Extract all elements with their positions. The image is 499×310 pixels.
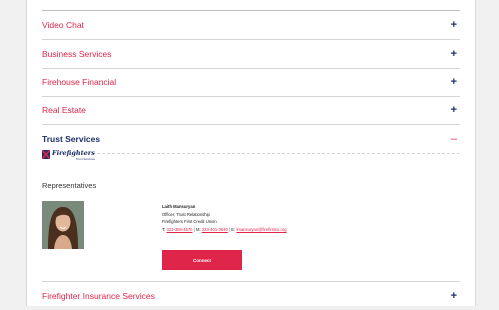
expand-plus-icon[interactable]: + [451,76,460,88]
logo-subtitle: Trust Services [75,156,95,161]
logo-name: Firefighters [52,149,95,157]
accordion-item-video-chat[interactable]: Video Chat + [42,11,460,40]
email-link[interactable]: lmansuryan@firefirstcu.org [236,227,286,232]
mobile-link[interactable]: 323-401-3640 [202,227,228,232]
logo-flag-icon [42,150,50,159]
page: Video Chat + Business Services + Firehou… [26,0,476,306]
accordion-item-business-services[interactable]: Business Services + [42,40,460,69]
email-prefix: E: [231,226,236,232]
connect-button[interactable]: Connect [162,250,242,270]
accordion-item-firehouse-financial[interactable]: Firehouse Financial + [42,68,460,97]
mobile-prefix: M: [195,226,201,232]
accordion-item-real-estate[interactable]: Real Estate + [42,96,460,125]
rep-title: Officer, Trust Relationship [162,211,210,217]
representative-info: Laith Mansuryan Officer, Trust Relations… [162,203,287,233]
phone-prefix: T: [162,226,166,232]
collapse-minus-icon[interactable]: – [451,133,460,145]
expand-plus-icon[interactable]: + [451,290,460,302]
rep-contact-line: T: 323-356-4570 | M: 323-401-3640 | E: l… [162,226,287,232]
expand-plus-icon[interactable]: + [451,19,460,31]
accordion-label: Firehouse Financial [42,77,117,87]
accordion-label: Trust Services [42,134,101,144]
expand-plus-icon[interactable]: + [451,48,460,60]
representatives-heading: Representatives [42,181,97,190]
accordion-label: Business Services [42,49,112,59]
accordion-label: Video Chat [42,20,84,30]
representative-photo [42,201,84,249]
accordion-label: Firefighter Insurance Services [42,291,155,301]
trust-services-panel: Firefighters Trust Services Representati… [42,150,460,278]
accordion-label: Real Estate [42,105,86,115]
phone-link[interactable]: 323-356-4570 [166,227,192,232]
rep-name: Laith Mansuryan [162,204,196,209]
firefighters-trust-logo: Firefighters Trust Services [42,150,95,161]
expand-plus-icon[interactable]: + [451,104,460,116]
rep-organization: Firefighters First Credit Union [162,219,217,224]
